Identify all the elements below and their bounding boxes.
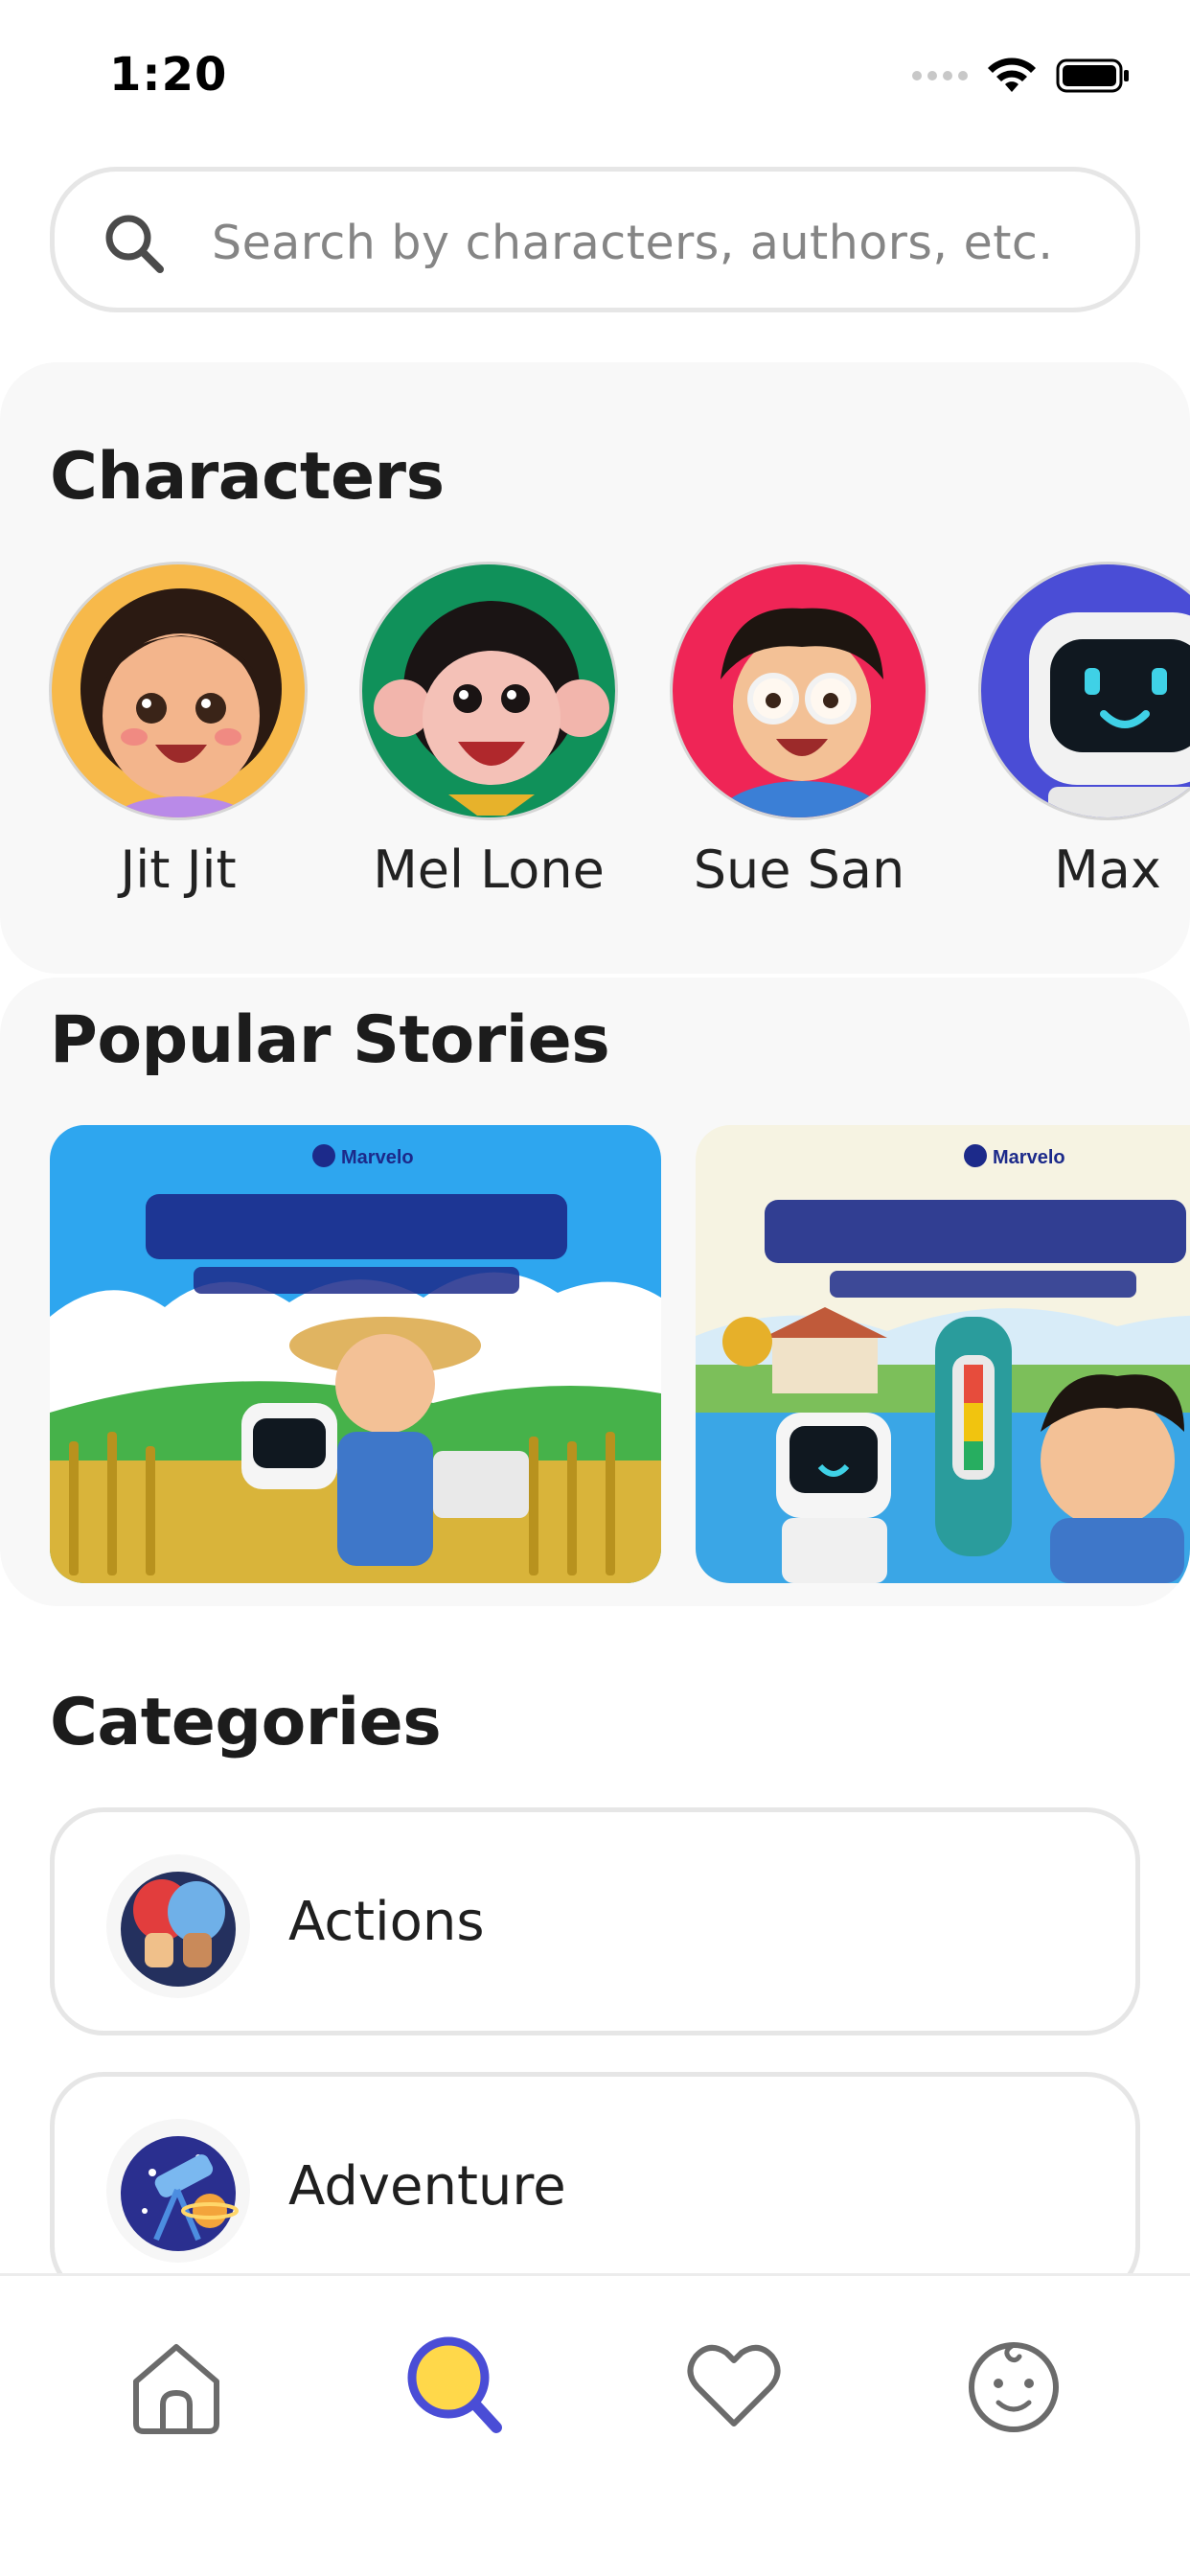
category-label: Adventure: [288, 2155, 566, 2218]
character-sue-san[interactable]: Sue San: [655, 562, 943, 900]
bottom-navigation: [0, 2273, 1190, 2576]
status-indicators: [912, 56, 1131, 96]
search-placeholder: Search by characters, authors, etc.: [212, 216, 1054, 270]
story-card[interactable]: Marvelo: [696, 1125, 1190, 1583]
search-bar[interactable]: Search by characters, authors, etc.: [50, 167, 1140, 312]
brand-logo-text: Marvelo: [993, 1147, 1065, 1168]
character-max[interactable]: Max: [964, 562, 1190, 900]
status-bar: 1:20: [0, 0, 1190, 144]
battery-icon: [1056, 58, 1129, 93]
nav-search[interactable]: [397, 2328, 512, 2443]
telescope-icon: [106, 2119, 250, 2263]
category-label: Actions: [288, 1891, 485, 1953]
nav-home[interactable]: [119, 2328, 234, 2443]
heart-icon: [687, 2344, 781, 2426]
search-icon: [105, 215, 164, 273]
nav-favorites[interactable]: [676, 2328, 791, 2443]
section-title-popular-stories: Popular Stories: [50, 1002, 610, 1078]
avatar: [978, 562, 1190, 820]
boxing-gloves-icon: [106, 1854, 250, 1998]
character-name: Max: [1054, 840, 1161, 900]
character-name: Mel Lone: [373, 840, 605, 900]
category-actions[interactable]: Actions: [50, 1807, 1140, 2036]
wifi-icon: [988, 58, 1036, 92]
home-icon: [133, 2344, 219, 2434]
characters-section: Characters Jit Jit Mel Lone Sue San Max: [0, 362, 1190, 974]
avatar: [670, 562, 928, 820]
story-cover: Marvelo: [696, 1125, 1190, 1583]
avatar: [49, 562, 308, 820]
nav-profile[interactable]: [956, 2328, 1071, 2443]
popular-stories-section: Popular Stories Marvelo Marvelo: [0, 978, 1190, 1606]
section-title-categories: Categories: [50, 1685, 442, 1760]
brand-logo-text: Marvelo: [341, 1147, 414, 1168]
baby-face-icon: [969, 2342, 1059, 2432]
character-name: Sue San: [693, 840, 905, 900]
status-time: 1:20: [109, 48, 228, 102]
character-name: Jit Jit: [120, 840, 237, 900]
avatar: [359, 562, 618, 820]
section-title-characters: Characters: [50, 439, 445, 515]
search-icon: [407, 2336, 502, 2433]
category-adventure[interactable]: Adventure: [50, 2072, 1140, 2300]
cellular-signal-icon: [912, 71, 968, 80]
story-cover: Marvelo: [50, 1125, 661, 1583]
story-card[interactable]: Marvelo: [50, 1125, 661, 1583]
character-jit-jit[interactable]: Jit Jit: [34, 562, 322, 900]
character-mel-lone[interactable]: Mel Lone: [345, 562, 632, 900]
